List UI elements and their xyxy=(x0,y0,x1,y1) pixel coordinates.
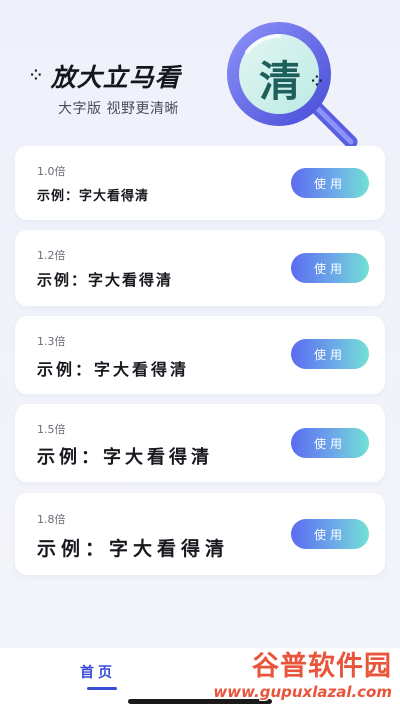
watermark-url: www.gupuxlazal.com xyxy=(213,683,392,701)
size-option-card[interactable]: 1.8倍 示例：字大看得清 使用 xyxy=(15,493,385,575)
size-option-card[interactable]: 1.2倍 示例：字大看得清 使用 xyxy=(15,230,385,306)
size-multiplier: 1.8倍 xyxy=(37,513,66,526)
size-multiplier: 1.5倍 xyxy=(37,423,66,436)
magnifier-char: 清 xyxy=(258,57,301,106)
use-button[interactable]: 使用 xyxy=(291,168,369,198)
tab-home[interactable]: 首页 xyxy=(80,662,116,682)
size-example-text: 示例：字大看得清 xyxy=(37,271,174,289)
size-multiplier: 1.2倍 xyxy=(37,249,66,262)
use-button[interactable]: 使用 xyxy=(291,519,369,549)
hero-banner: ⁘ 放大立马看 大字版 视野更清晰 清 ⁘ xyxy=(0,0,400,149)
use-button[interactable]: 使用 xyxy=(291,339,369,369)
tab-active-indicator xyxy=(87,687,117,690)
size-multiplier: 1.0倍 xyxy=(37,165,66,178)
hero-decor-dots-right: ⁘ xyxy=(311,74,323,90)
hero-title-text: 放大立马看 xyxy=(50,63,181,92)
use-button[interactable]: 使用 xyxy=(291,428,369,458)
size-example-text: 示例：字大看得清 xyxy=(37,447,213,468)
hero-title: ⁘ 放大立马看 xyxy=(30,58,181,94)
hero-decor-dots: ⁘ xyxy=(30,68,43,84)
size-option-card[interactable]: 1.5倍 示例：字大看得清 使用 xyxy=(15,404,385,482)
watermark: 谷普软件园 www.gupuxlazal.com xyxy=(213,652,392,702)
magnifier-illustration: 清 ⁘ xyxy=(205,18,365,153)
size-multiplier: 1.3倍 xyxy=(37,335,66,348)
hero-subtitle: 大字版 视野更清晰 xyxy=(58,101,179,117)
size-option-card[interactable]: 1.3倍 示例：字大看得清 使用 xyxy=(15,316,385,394)
use-button[interactable]: 使用 xyxy=(291,253,369,283)
watermark-brand: 谷普软件园 xyxy=(252,651,392,682)
size-option-card[interactable]: 1.0倍 示例：字大看得清 使用 xyxy=(15,146,385,220)
size-example-text: 示例：字大看得清 xyxy=(37,360,190,379)
size-example-text: 示例：字大看得清 xyxy=(37,538,230,560)
size-example-text: 示例：字大看得清 xyxy=(37,189,150,204)
